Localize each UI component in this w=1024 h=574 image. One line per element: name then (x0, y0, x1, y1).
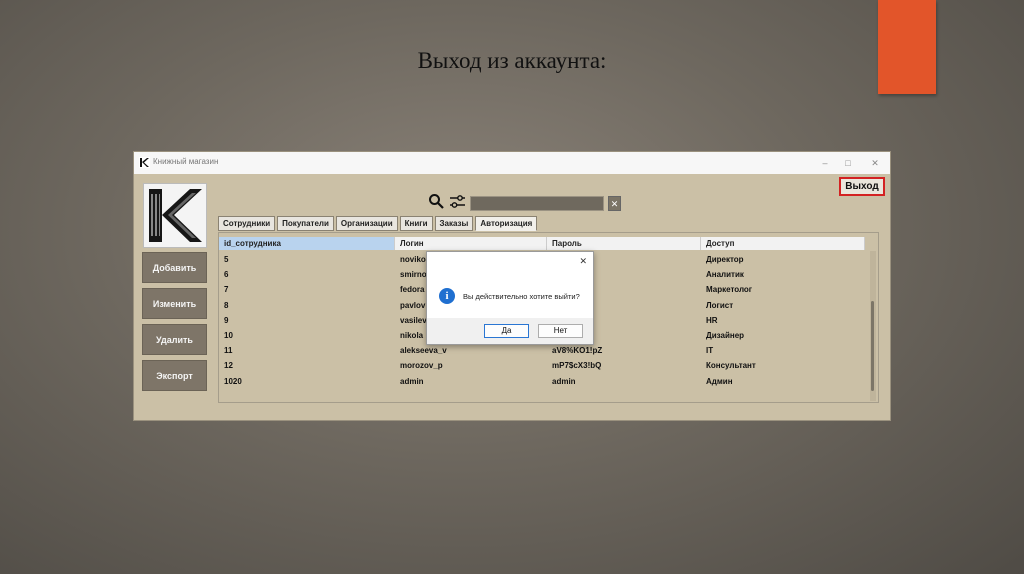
tab-organizations[interactable]: Организации (335, 216, 398, 231)
add-button[interactable]: Добавить (142, 252, 207, 283)
slide-title: Выход из аккаунта: (417, 48, 607, 73)
table-cell[interactable]: aV8%KO1!pZ (547, 343, 701, 358)
dialog-close-button[interactable]: ✕ (579, 256, 587, 267)
table-cell[interactable]: Маркетолог (701, 282, 865, 297)
table-cell[interactable]: Аналитик (701, 267, 865, 282)
table-cell[interactable]: 1020 (219, 374, 395, 389)
tab-customers[interactable]: Покупатели (277, 216, 334, 231)
titlebar: Книжный магазин – □ ✕ (134, 152, 890, 174)
grid-header: id_сотрудника Логин Пароль Доступ (219, 237, 865, 250)
vertical-scrollbar[interactable] (870, 251, 876, 401)
maximize-button[interactable]: □ (840, 155, 856, 171)
app-logo-icon (139, 157, 150, 168)
tab-authorization[interactable]: Авторизация (475, 216, 538, 231)
search-clear-button[interactable]: ✕ (608, 196, 621, 211)
logout-confirm-dialog: ✕ i Вы действительно хотите выйти? Да Не… (426, 251, 594, 345)
table-cell[interactable]: 9 (219, 313, 395, 328)
table-row[interactable]: 11 alekseeva_v aV8%KO1!pZ IT (219, 343, 865, 358)
search-input[interactable] (470, 196, 604, 211)
close-window-button[interactable]: ✕ (867, 155, 883, 171)
table-cell[interactable]: 5 (219, 252, 395, 267)
search-icon[interactable] (428, 193, 444, 209)
info-icon: i (439, 288, 455, 304)
tab-orders[interactable]: Заказы (434, 216, 474, 231)
table-cell[interactable]: admin (547, 374, 701, 389)
table-cell[interactable]: 8 (219, 298, 395, 313)
table-cell[interactable]: 7 (219, 282, 395, 297)
edit-button[interactable]: Изменить (142, 288, 207, 319)
app-window: Книжный магазин – □ ✕ Добавить Изменить … (133, 151, 891, 421)
dialog-message: Вы действительно хотите выйти? (463, 292, 580, 301)
tab-books[interactable]: Книги (399, 216, 433, 231)
table-cell[interactable]: Консультант (701, 358, 865, 373)
column-header-access[interactable]: Доступ (701, 237, 865, 250)
table-cell[interactable]: 6 (219, 267, 395, 282)
table-cell[interactable]: 11 (219, 343, 395, 358)
dialog-footer: Да Нет (427, 318, 593, 344)
logout-button[interactable]: Выход (839, 177, 885, 196)
column-header-password[interactable]: Пароль (547, 237, 701, 250)
orange-accent-tab (878, 0, 936, 94)
column-header-login[interactable]: Логин (395, 237, 547, 250)
table-cell[interactable]: mP7$cX3!bQ (547, 358, 701, 373)
bookstore-logo (143, 183, 207, 248)
table-cell[interactable]: admin (395, 374, 547, 389)
filter-settings-icon[interactable] (450, 195, 465, 208)
tab-employees[interactable]: Сотрудники (218, 216, 276, 231)
table-cell[interactable]: morozov_p (395, 358, 547, 373)
no-button[interactable]: Нет (538, 324, 583, 338)
export-button[interactable]: Экспорт (142, 360, 207, 391)
delete-button[interactable]: Удалить (142, 324, 207, 355)
table-cell[interactable]: Админ (701, 374, 865, 389)
minimize-button[interactable]: – (817, 155, 833, 171)
tab-bar: Сотрудники Покупатели Организации Книги … (218, 216, 539, 231)
column-header-id[interactable]: id_сотрудника (219, 237, 395, 250)
table-cell[interactable]: Дизайнер (701, 328, 865, 343)
table-cell[interactable]: 12 (219, 358, 395, 373)
table-cell[interactable]: Директор (701, 252, 865, 267)
table-cell[interactable]: HR (701, 313, 865, 328)
table-row[interactable]: 12 morozov_p mP7$cX3!bQ Консультант (219, 358, 865, 373)
table-cell[interactable]: Логист (701, 298, 865, 313)
table-cell[interactable]: 10 (219, 328, 395, 343)
window-title: Книжный магазин (153, 157, 219, 166)
table-cell[interactable]: alekseeva_v (395, 343, 547, 358)
scrollbar-thumb[interactable] (871, 301, 874, 391)
table-cell[interactable]: IT (701, 343, 865, 358)
table-row[interactable]: 1020 admin admin Админ (219, 374, 865, 389)
yes-button[interactable]: Да (484, 324, 529, 338)
